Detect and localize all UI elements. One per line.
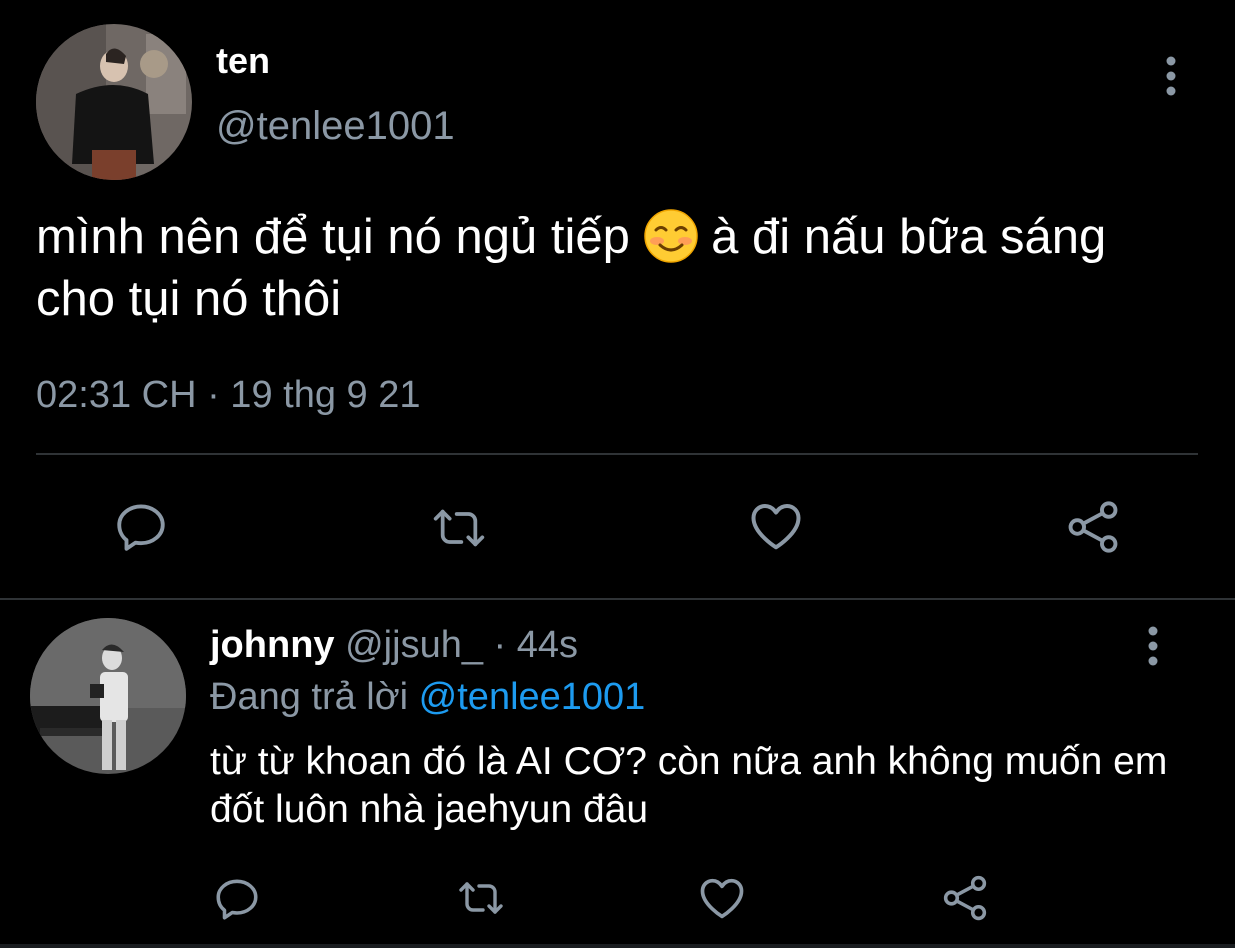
- avatar-photo: [30, 618, 186, 774]
- user-handle[interactable]: @tenlee1001: [216, 104, 455, 149]
- share-icon[interactable]: [1064, 498, 1122, 561]
- divider: [0, 944, 1235, 948]
- mention-link[interactable]: @tenlee1001: [419, 676, 646, 718]
- reply-time: · 44s: [482, 624, 579, 666]
- retweet-icon[interactable]: [455, 874, 507, 927]
- avatar[interactable]: [36, 24, 192, 180]
- user-handle[interactable]: @jjsuh_: [345, 624, 483, 666]
- replying-to: Đang trả lời @tenlee1001: [210, 676, 645, 719]
- tweet-timestamp[interactable]: 02:31 CH · 19 thg 9 21: [36, 374, 420, 417]
- divider: [36, 453, 1198, 455]
- smiling-face-with-blush-icon: [643, 209, 698, 263]
- heart-icon[interactable]: [696, 872, 748, 929]
- share-icon[interactable]: [940, 873, 990, 928]
- retweet-icon[interactable]: [429, 500, 489, 561]
- more-vertical-icon[interactable]: [1140, 625, 1166, 667]
- avatar[interactable]: [30, 618, 186, 774]
- tweet-text: mình nên để tụi nó ngủ tiếp à đi nấu bữa…: [36, 206, 1196, 330]
- tweet-text-part: mình nên để tụi nó ngủ tiếp: [36, 210, 644, 264]
- display-name[interactable]: johnny: [210, 624, 335, 666]
- reply-icon[interactable]: [212, 874, 262, 929]
- avatar-photo: [36, 24, 192, 180]
- display-name[interactable]: ten: [216, 40, 270, 82]
- reply-text: từ từ khoan đó là AI CƠ? còn nữa anh khô…: [210, 740, 1168, 831]
- heart-icon[interactable]: [746, 496, 806, 561]
- divider: [0, 598, 1235, 600]
- replying-prefix: Đang trả lời: [210, 676, 419, 718]
- reply-icon[interactable]: [112, 498, 170, 561]
- reply-header: johnny @jjsuh_ · 44s: [210, 624, 578, 667]
- more-vertical-icon[interactable]: [1158, 55, 1184, 97]
